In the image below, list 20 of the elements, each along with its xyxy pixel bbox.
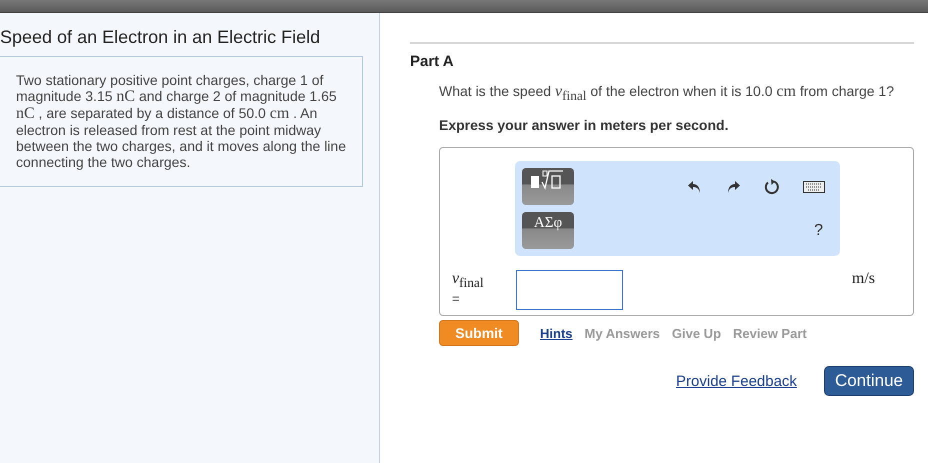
root-template-icon bbox=[530, 170, 566, 190]
instruction-text: Express your answer in meters per second. bbox=[439, 117, 730, 134]
continue-button[interactable]: Continue bbox=[824, 366, 914, 396]
problem-text: Two stationary positive point charges, charge 1 of magnitude 3.15 nC and charge 2 of magnitude 1.65 nC , are separated by a distance of 50.0 cm . An electron is released from rest at the point midway between the two charges, and it moves along the line connecting the two charges. bbox=[0, 56, 363, 187]
action-link[interactable]: Hints bbox=[540, 326, 572, 341]
answer-input[interactable] bbox=[516, 270, 623, 310]
greek-letters-button[interactable]: ΑΣφ bbox=[522, 212, 574, 250]
reset-icon[interactable] bbox=[763, 178, 781, 196]
keyboard-icon[interactable] bbox=[803, 180, 825, 193]
question-text: What is the speed v$_{final}$ of the electron when it is 10.0 cm from charge 1? bbox=[439, 82, 895, 106]
unit-label: m/s bbox=[852, 270, 875, 290]
help-button[interactable]: ? bbox=[814, 222, 823, 240]
undo-icon[interactable] bbox=[687, 178, 703, 195]
answer-label: v$_{final}$ bbox=[452, 270, 485, 292]
part-title: Part A bbox=[410, 53, 455, 70]
templates-button[interactable] bbox=[522, 168, 574, 206]
equals-sign: = bbox=[452, 291, 461, 306]
problem-title: Speed of an Electron in an Electric Field bbox=[0, 26, 322, 46]
feedback-link[interactable]: Provide Feedback bbox=[676, 372, 797, 390]
redo-icon[interactable] bbox=[725, 178, 741, 195]
